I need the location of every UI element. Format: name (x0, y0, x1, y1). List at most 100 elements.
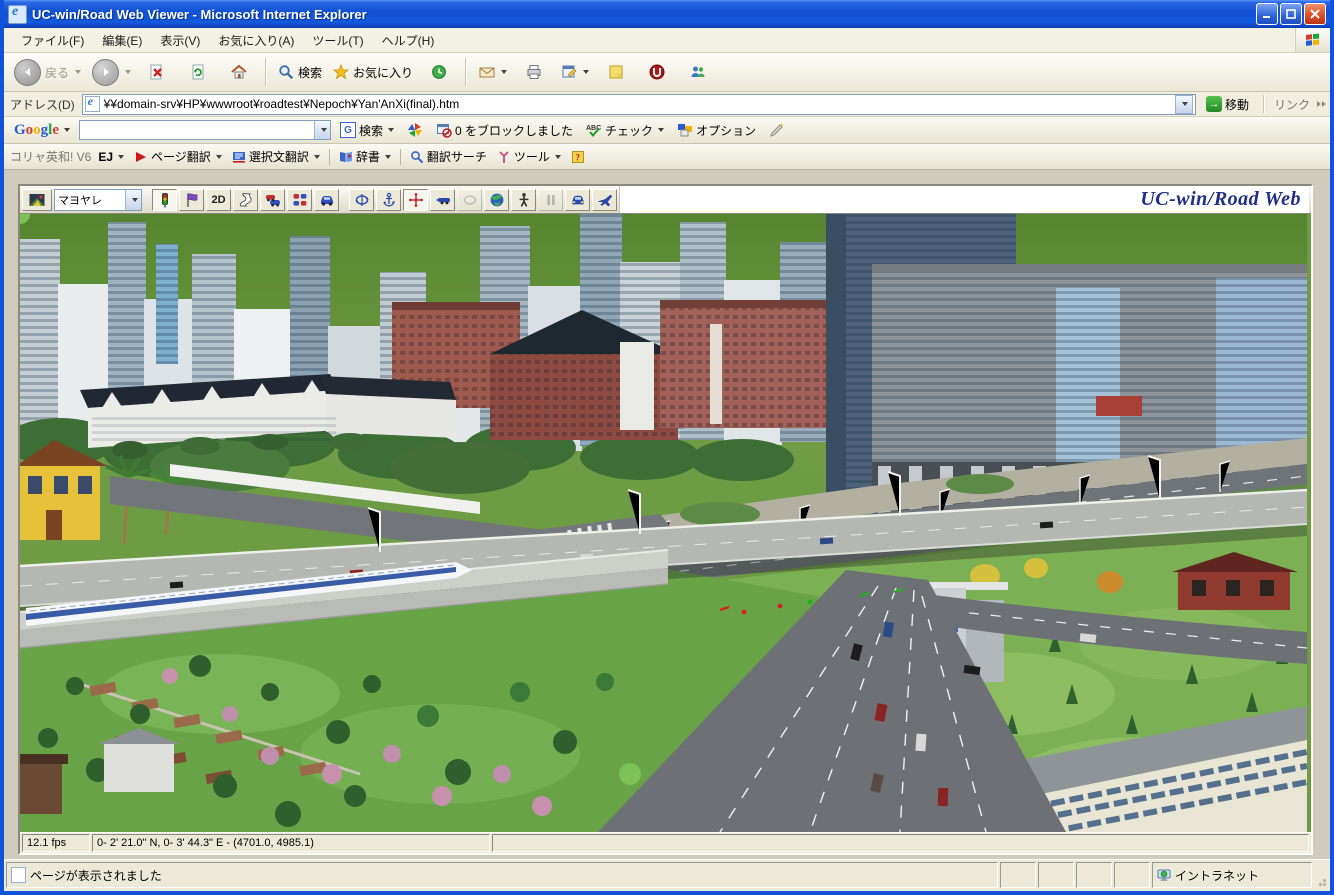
page-area: マヨヤレ 2D UC-win/Road Web 12.1 fps 0- 2' 2… (4, 170, 1330, 859)
page-icon (84, 94, 100, 112)
3d-viewport[interactable] (20, 213, 1311, 832)
search-label: 検索 (298, 65, 323, 80)
title-bar[interactable]: UC-win/Road Web Viewer - Microsoft Inter… (4, 0, 1330, 28)
google-search-button[interactable]: G 検索 (336, 120, 398, 141)
minimize-button[interactable] (1256, 3, 1278, 25)
flag-button[interactable] (179, 188, 204, 211)
back-button[interactable]: 戻る (10, 57, 85, 88)
scenario-select[interactable]: マヨヤレ (54, 188, 142, 211)
menu-help[interactable]: ヘルプ(H) (373, 29, 444, 52)
back-icon (14, 58, 41, 86)
google-logo-button[interactable]: Google (10, 120, 74, 141)
menu-view[interactable]: 表示(V) (151, 29, 209, 52)
google-search-input[interactable] (80, 123, 315, 137)
ucwin-road-web-logo: UC-win/Road Web (1140, 188, 1301, 210)
menu-favorites[interactable]: お気に入り(A) (209, 29, 303, 52)
browser-status-bar: ページが表示されました イントラネット (4, 859, 1330, 891)
drive-forward-button[interactable] (430, 188, 455, 211)
home-button[interactable] (220, 57, 258, 87)
google-pagerank-button[interactable] (403, 120, 427, 140)
popup-blocker-button[interactable]: 0 をブロックしました (432, 120, 577, 141)
spellcheck-label: チェック (605, 123, 654, 138)
dictionary-book-icon (339, 151, 352, 162)
traffic-grid-icon (293, 193, 306, 206)
messenger-button[interactable] (679, 57, 717, 87)
scenario-dropdown-button[interactable] (125, 189, 141, 210)
address-dropdown-button[interactable] (1174, 94, 1193, 114)
globe-button[interactable] (484, 188, 509, 211)
norton-button[interactable] (638, 57, 676, 87)
scene-image-button[interactable] (22, 188, 52, 211)
drive-forward-icon (435, 197, 450, 204)
traffic-grid-button[interactable] (287, 188, 312, 211)
traffic-signal-button[interactable] (152, 188, 177, 211)
translation-tools-button[interactable]: ツール (494, 146, 564, 167)
edit-button[interactable] (556, 57, 594, 87)
drive-car-button[interactable] (565, 188, 590, 211)
google-search-button-caret-icon (388, 128, 395, 132)
translation-toolbar: コリャ英和! V6 EJ ページ翻訳 選択文翻訳 辞書 翻訳サーチ ツール ? (4, 144, 1330, 170)
pan-move-button[interactable] (403, 188, 428, 211)
google-options-button[interactable]: オプション (673, 120, 760, 141)
favorites-button[interactable]: お気に入り (329, 57, 417, 87)
viewer-logo-strip: UC-win/Road Web (619, 186, 1309, 213)
google-search-button-label: 検索 (359, 123, 384, 138)
route-ribbon-button[interactable] (233, 188, 258, 211)
print-button[interactable] (515, 57, 553, 87)
address-dropdown-caret-icon (1181, 102, 1188, 106)
forward-button[interactable] (88, 57, 135, 88)
status-pane-2 (1038, 862, 1074, 888)
selection-translate-caret-icon (313, 154, 320, 159)
address-url: ¥¥domain-srv¥HP¥wwwroot¥roadtest¥Nepoch¥… (103, 97, 460, 111)
maximize-button[interactable] (1280, 3, 1302, 25)
translation-help-button[interactable]: ? (568, 148, 588, 166)
status-pane-1 (1000, 862, 1036, 888)
google-logo: Google (14, 121, 60, 138)
refresh-button[interactable] (179, 57, 217, 87)
menu-file[interactable]: ファイル(F) (12, 29, 93, 52)
anchor-button[interactable] (376, 188, 401, 211)
orbit-rotate-button[interactable] (349, 188, 374, 211)
car-icon (320, 195, 333, 206)
selection-translate-button[interactable]: 選択文翻訳 (229, 146, 323, 167)
google-g-icon: G (340, 122, 357, 138)
go-button[interactable]: → 移動 (1201, 95, 1254, 114)
google-search-dropdown[interactable] (314, 121, 331, 139)
translation-pair-caret-icon (118, 154, 125, 159)
go-label: 移動 (1224, 97, 1249, 112)
car-button[interactable] (314, 188, 339, 211)
menu-tools[interactable]: ツール(T) (303, 29, 372, 52)
pagerank-icon (408, 123, 423, 137)
highlighter-button[interactable] (765, 120, 789, 140)
2d-view-button[interactable]: 2D (206, 188, 231, 211)
spellcheck-caret-icon (658, 128, 665, 132)
mail-button[interactable] (474, 57, 512, 87)
rotate-disabled-button[interactable] (457, 188, 482, 211)
history-button[interactable] (420, 57, 458, 87)
vehicles-button[interactable] (260, 188, 285, 211)
translation-pair-button[interactable]: EJ (95, 148, 127, 166)
note-button[interactable] (597, 57, 635, 87)
links-label[interactable]: リンク (1274, 96, 1310, 113)
dictionary-button[interactable]: 辞書 (336, 146, 394, 167)
fly-plane-button[interactable] (592, 188, 617, 211)
pause-button[interactable] (538, 188, 563, 211)
help-book-icon: ? (571, 150, 584, 163)
google-search-box[interactable] (79, 120, 332, 140)
links-chevron-icon[interactable] (1317, 101, 1326, 107)
search-button[interactable]: 検索 (274, 57, 326, 87)
address-input[interactable]: ¥¥domain-srv¥HP¥wwwroot¥roadtest¥Nepoch¥… (81, 93, 1196, 115)
menu-edit[interactable]: 編集(E) (93, 29, 151, 52)
resize-grip[interactable] (1314, 862, 1328, 888)
page-translate-label: ページ翻訳 (151, 150, 211, 164)
stop-button[interactable] (138, 57, 176, 87)
print-icon (527, 65, 541, 79)
page-translate-button[interactable]: ページ翻訳 (131, 146, 225, 167)
home-icon (231, 64, 247, 79)
close-button[interactable] (1304, 3, 1326, 25)
status-pane-3 (1076, 862, 1112, 888)
status-message: ページが表示されました (30, 868, 162, 883)
translate-search-button[interactable]: 翻訳サーチ (407, 146, 490, 167)
spellcheck-button[interactable]: ABC チェック (582, 120, 668, 141)
walk-person-button[interactable] (511, 188, 536, 211)
